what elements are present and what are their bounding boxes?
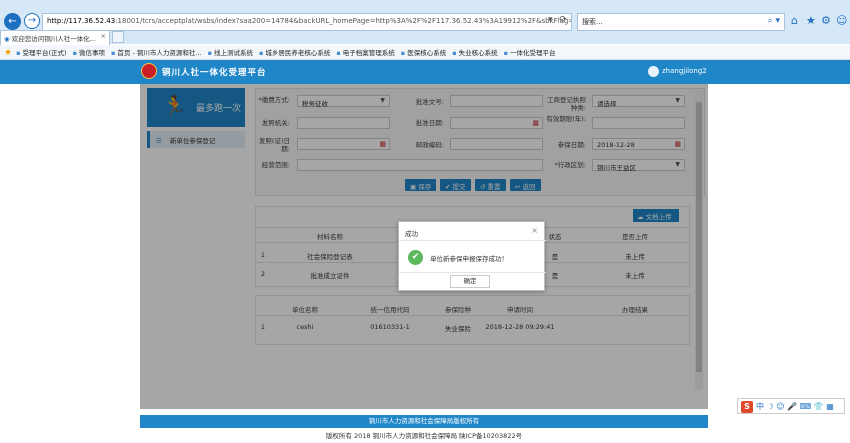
favorites-star-icon[interactable]: ★	[806, 14, 816, 27]
close-icon[interactable]: ×	[531, 226, 538, 235]
favorite-item[interactable]: 失业核心系统	[452, 49, 497, 57]
browser-tab[interactable]: ◉ 欢迎您访问铜川人社一体化... ×	[0, 30, 110, 45]
refresh-icon[interactable]: ▾ ⟳	[548, 15, 569, 25]
favorite-item[interactable]: 医保核心系统	[401, 49, 446, 57]
smiley-icon[interactable]: ☺	[836, 14, 847, 27]
url-path: :18001/tcrs/acceptplat/wsbs/index?saa200…	[115, 17, 572, 25]
divider	[399, 272, 546, 273]
app-header	[0, 60, 850, 84]
favorite-item[interactable]: 一体化受理平台	[504, 49, 556, 57]
ime-toolbar[interactable]: S中 ☽ ☺ 🎤 ⌨ 👕 ▦	[737, 398, 845, 414]
search-placeholder: 搜索...	[582, 18, 603, 26]
favorite-item[interactable]: 受理平台(正式)	[16, 49, 66, 57]
favorites-bar: ★ 受理平台(正式) 微信事项首页 - 铜川市人力资源和社... 线上测试系统城乡居民…	[0, 45, 850, 60]
home-icon[interactable]: ⌂	[791, 14, 798, 27]
url-host: http://117.36.52.43	[47, 17, 116, 25]
dialog-message: 单位新参保申报保存成功！	[430, 255, 508, 263]
app-title: 铜川人社一体化受理平台	[162, 68, 267, 78]
favorite-item[interactable]: 城乡居民养老核心系统	[259, 49, 330, 57]
emblem-icon	[141, 63, 157, 79]
gear-icon[interactable]: ⚙	[821, 14, 831, 27]
favorite-item[interactable]: 微信事项	[73, 49, 105, 57]
search-input[interactable]: 搜索... ⌕ ▾	[577, 13, 785, 31]
divider	[399, 240, 546, 241]
favorite-item[interactable]: 电子档案管理系统	[336, 49, 394, 57]
ime-mode[interactable]: 中	[756, 402, 764, 411]
search-icon[interactable]: ⌕ ▾	[768, 16, 780, 26]
check-circle-icon: ✔	[408, 250, 423, 265]
back-arrow-icon[interactable]: ←	[4, 13, 21, 30]
success-dialog: 成功 × ✔ 单位新参保申报保存成功！ 确定	[398, 221, 546, 291]
ok-button[interactable]: 确定	[450, 275, 490, 288]
tab-title: 欢迎您访问铜川人社一体化...	[11, 35, 96, 43]
sogou-logo-icon: S	[741, 401, 753, 413]
ime-tool-icons[interactable]: ☽ ☺ 🎤 ⌨ 👕 ▦	[764, 402, 834, 411]
favorites-icon[interactable]: ★	[4, 48, 12, 58]
footer-copyright: 版权所有 2018 铜川市人力资源和社会保障局 陕ICP备10203822号	[325, 432, 523, 440]
new-tab-button[interactable]	[112, 31, 124, 43]
tab-favicon: ◉	[4, 35, 12, 43]
forward-arrow-icon[interactable]: →	[24, 13, 40, 29]
favorite-item[interactable]: 首页 - 铜川市人力资源和社...	[111, 49, 202, 57]
avatar[interactable]	[648, 66, 659, 77]
tab-close-icon[interactable]: ×	[101, 32, 106, 40]
username[interactable]: zhangjilong2	[662, 67, 707, 75]
dialog-title: 成功	[405, 230, 418, 238]
address-bar[interactable]: http://117.36.52.43:18001/tcrs/acceptpla…	[42, 13, 572, 31]
footer-banner: 铜川市人力资源和社会保障局版权所有	[140, 415, 708, 428]
favorite-item[interactable]: 线上测试系统	[208, 49, 253, 57]
